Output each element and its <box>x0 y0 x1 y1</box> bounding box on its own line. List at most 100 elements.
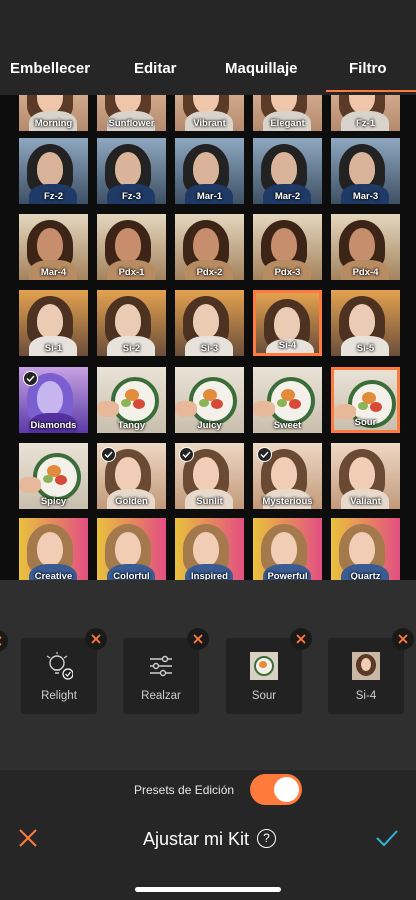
close-icon <box>398 634 408 644</box>
filter-tile[interactable]: Sour <box>331 367 400 433</box>
filter-tile[interactable]: Morning <box>19 95 88 131</box>
presets-label: Presets de Edición <box>134 783 235 797</box>
tab-editar[interactable]: Editar <box>134 60 177 77</box>
remove-offscreen-item-button[interactable] <box>0 630 8 652</box>
filter-tile[interactable]: Mar-4 <box>19 214 88 280</box>
filter-tile[interactable]: Vibrant <box>175 95 244 131</box>
filter-label: Pdx-1 <box>118 267 145 278</box>
filter-tile[interactable]: Si-5 <box>331 290 400 356</box>
filter-tile[interactable]: Mar-2 <box>253 138 322 204</box>
cancel-button[interactable] <box>18 828 38 848</box>
top-bar: Embellecer Editar Maquillaje Filtro <box>0 0 416 95</box>
filter-tile[interactable]: Diamonds <box>19 367 88 433</box>
filter-tile[interactable]: Golden <box>97 443 166 509</box>
portrait-face <box>37 381 63 415</box>
kit-item-sour[interactable]: Sour <box>226 628 312 714</box>
filter-label: Pdx-4 <box>352 267 379 278</box>
tab-maquillaje[interactable]: Maquillaje <box>225 60 298 77</box>
hand-image <box>19 477 41 493</box>
toggle-knob <box>274 777 299 802</box>
tab-bar: Embellecer Editar Maquillaje Filtro <box>0 50 416 92</box>
filter-grid[interactable]: Morning Sunflower Vibrant Elegant Fz-1 Fz-2 Fz… <box>0 95 416 580</box>
filter-label: Spicy <box>40 496 67 507</box>
kit-item-label: Realzar <box>141 690 181 702</box>
filter-tile[interactable]: Fz-3 <box>97 138 166 204</box>
filter-label: Si-3 <box>200 343 219 354</box>
remove-relight-button[interactable] <box>85 628 107 650</box>
remove-sour-button[interactable] <box>290 628 312 650</box>
close-icon <box>91 634 101 644</box>
checkmark-icon <box>257 447 272 462</box>
portrait-face <box>37 228 63 262</box>
portrait-face <box>349 457 375 491</box>
filter-tile[interactable]: Mysterious <box>253 443 322 509</box>
filter-tile[interactable]: Juicy <box>175 367 244 433</box>
filter-label: Mar-3 <box>352 191 379 202</box>
filter-tile[interactable]: Pdx-2 <box>175 214 244 280</box>
filter-tile[interactable]: Creative <box>19 518 88 580</box>
portrait-face <box>115 228 141 262</box>
filter-tile[interactable]: Pdx-3 <box>253 214 322 280</box>
kit-item-label: Sour <box>251 690 277 702</box>
filter-tile[interactable]: Fz-2 <box>19 138 88 204</box>
filter-label: Diamonds <box>30 420 77 431</box>
hand-image <box>97 401 119 417</box>
filter-tile[interactable]: Elegant <box>253 95 322 131</box>
filter-tile[interactable]: Mar-3 <box>331 138 400 204</box>
filter-tile[interactable]: Valiant <box>331 443 400 509</box>
filter-tile[interactable]: Powerful <box>253 518 322 580</box>
presets-row: Presets de Edición <box>0 770 416 810</box>
filter-label: Inspired <box>191 571 228 580</box>
filter-label: Sunlit <box>196 496 223 507</box>
filter-tile[interactable]: Tangy <box>97 367 166 433</box>
filter-tile[interactable]: Quartz <box>331 518 400 580</box>
filter-tile[interactable]: Si-3 <box>175 290 244 356</box>
filter-tile[interactable]: Sunlit <box>175 443 244 509</box>
remove-realzar-button[interactable] <box>187 628 209 650</box>
filter-tile[interactable]: Fz-1 <box>331 95 400 131</box>
filter-tile[interactable]: Sunflower <box>97 95 166 131</box>
filter-label: Creative <box>34 571 73 580</box>
filter-label: Si-4 <box>278 340 297 351</box>
remove-si-4-button[interactable] <box>392 628 414 650</box>
filter-label: Fz-1 <box>356 118 375 129</box>
portrait-face <box>349 304 375 338</box>
filter-tile[interactable]: Inspired <box>175 518 244 580</box>
kit-item-si-4[interactable]: Si-4 <box>328 628 414 714</box>
presets-toggle[interactable] <box>250 774 302 805</box>
filter-tile[interactable]: Pdx-1 <box>97 214 166 280</box>
filter-tile[interactable]: Si-4 <box>253 290 322 356</box>
filter-label: Morning <box>34 118 73 129</box>
filter-label: Colorful <box>113 571 150 580</box>
kit-item-label: Si-4 <box>355 690 377 702</box>
confirm-button[interactable] <box>375 828 399 848</box>
filter-tile[interactable]: Si-2 <box>97 290 166 356</box>
filter-label: Fz-2 <box>44 191 63 202</box>
filter-tile[interactable]: Mar-1 <box>175 138 244 204</box>
kit-tray: Relight Realzar Sour Si-4 <box>0 580 416 770</box>
tab-filtro[interactable]: Filtro <box>349 60 387 77</box>
filter-label: Powerful <box>267 571 308 580</box>
kit-item-realzar[interactable]: Realzar <box>123 628 209 714</box>
portrait-face <box>193 152 219 186</box>
filter-label: Juicy <box>197 420 222 431</box>
filter-label: Si-1 <box>44 343 63 354</box>
filter-tile[interactable]: Si-1 <box>19 290 88 356</box>
filter-tile[interactable]: Sweet <box>253 367 322 433</box>
hand-image <box>253 401 275 417</box>
portrait-face <box>349 532 375 566</box>
portrait-face <box>37 304 63 338</box>
filter-tile[interactable]: Spicy <box>19 443 88 509</box>
portrait-face <box>115 457 141 491</box>
filter-tile[interactable]: Pdx-4 <box>331 214 400 280</box>
food-plate-image <box>267 377 315 425</box>
relight-icon <box>45 652 74 680</box>
footer-title: Ajustar mi Kit <box>143 829 250 849</box>
tab-embellecer[interactable]: Embellecer <box>10 60 90 77</box>
filter-tile[interactable]: Colorful <box>97 518 166 580</box>
filter-label: Tangy <box>117 420 146 431</box>
checkmark-icon <box>101 447 116 462</box>
portrait-face <box>349 152 375 186</box>
kit-item-relight[interactable]: Relight <box>21 628 107 714</box>
help-button[interactable]: ? <box>257 829 276 848</box>
